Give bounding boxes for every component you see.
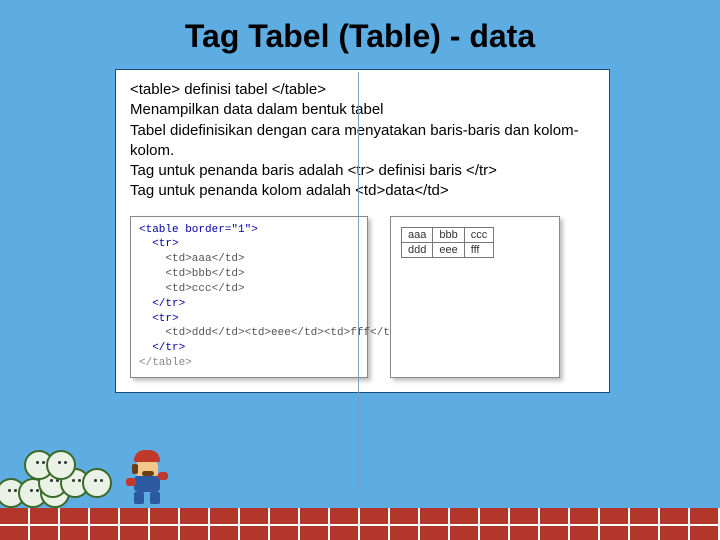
table-cell: ddd <box>402 242 433 257</box>
content-box: <table> definisi tabel </table> Menampil… <box>115 69 610 393</box>
code-example: <table border="1"> <tr> <td>aaa</td> <td… <box>130 216 368 378</box>
desc-line: <table> definisi tabel </table> <box>130 80 595 100</box>
code-line: <td>aaa</td> <box>139 253 245 265</box>
table-cell: fff <box>464 242 494 257</box>
desc-line: Tabel didefinisikan dengan cara menyatak… <box>130 121 595 162</box>
table-cell: bbb <box>433 227 464 242</box>
desc-line: Menampilkan data dalam bentuk tabel <box>130 100 595 120</box>
output-example: aaa bbb ccc ddd eee fff <box>390 216 560 378</box>
code-line: </tr> <box>139 342 185 354</box>
code-line: </tr> <box>139 298 185 310</box>
table-row: ddd eee fff <box>402 242 494 257</box>
code-line: </table> <box>139 357 192 369</box>
vertical-guide-line <box>358 72 359 490</box>
table-cell: aaa <box>402 227 433 242</box>
code-line: <td>ccc</td> <box>139 283 245 295</box>
table-cell: ccc <box>464 227 494 242</box>
code-line: <tr> <box>139 313 179 325</box>
description-text: <table> definisi tabel </table> Menampil… <box>130 80 595 202</box>
mario-sprite <box>128 450 168 508</box>
rendered-table: aaa bbb ccc ddd eee fff <box>401 227 494 258</box>
slide-title: Tag Tabel (Table) - data <box>0 0 720 69</box>
figure-row: <table border="1"> <tr> <td>aaa</td> <td… <box>130 216 595 378</box>
code-line: <td>ddd</td><td>eee</td><td>fff</td> <box>139 327 403 339</box>
code-line: <tr> <box>139 238 179 250</box>
table-row: aaa bbb ccc <box>402 227 494 242</box>
code-line: <table border="1"> <box>139 224 258 236</box>
desc-line: Tag untuk penanda baris adalah <tr> defi… <box>130 161 595 181</box>
table-cell: eee <box>433 242 464 257</box>
desc-line: Tag untuk penanda kolom adalah <td>data<… <box>130 181 595 201</box>
code-line: <td>bbb</td> <box>139 268 245 280</box>
brick-ground <box>0 508 720 540</box>
bush-decoration <box>32 450 76 480</box>
